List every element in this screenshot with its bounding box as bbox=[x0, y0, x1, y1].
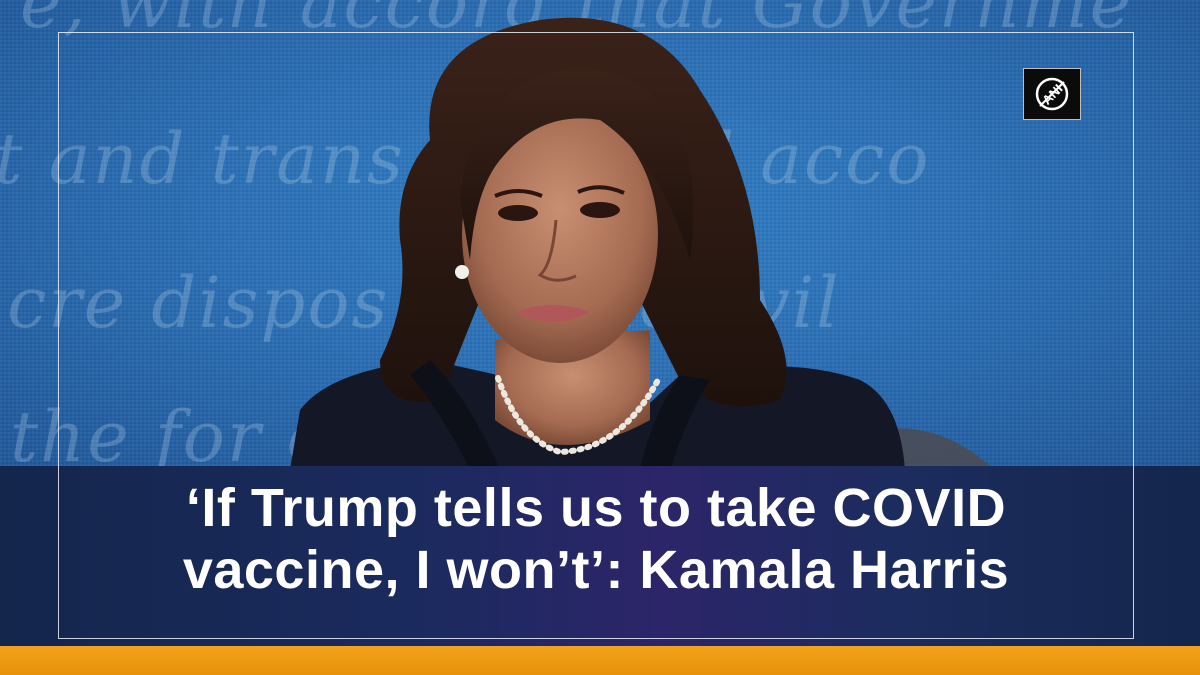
bottom-orange-stripe bbox=[0, 646, 1200, 675]
headline-line-1: ‘If Trump tells us to take COVID bbox=[185, 478, 1007, 538]
headline-line-2: vaccine, I won’t’: Kamala Harris bbox=[182, 540, 1010, 600]
headline-caption: ‘If Trump tells us to take COVID vaccine… bbox=[60, 477, 1132, 601]
ani-logo-icon: ANI bbox=[1035, 77, 1069, 111]
news-thumbnail: e, with accord that Governme it and tran… bbox=[0, 0, 1200, 675]
ani-logo: ANI bbox=[1023, 68, 1081, 120]
speaker-illustration bbox=[290, 17, 995, 470]
